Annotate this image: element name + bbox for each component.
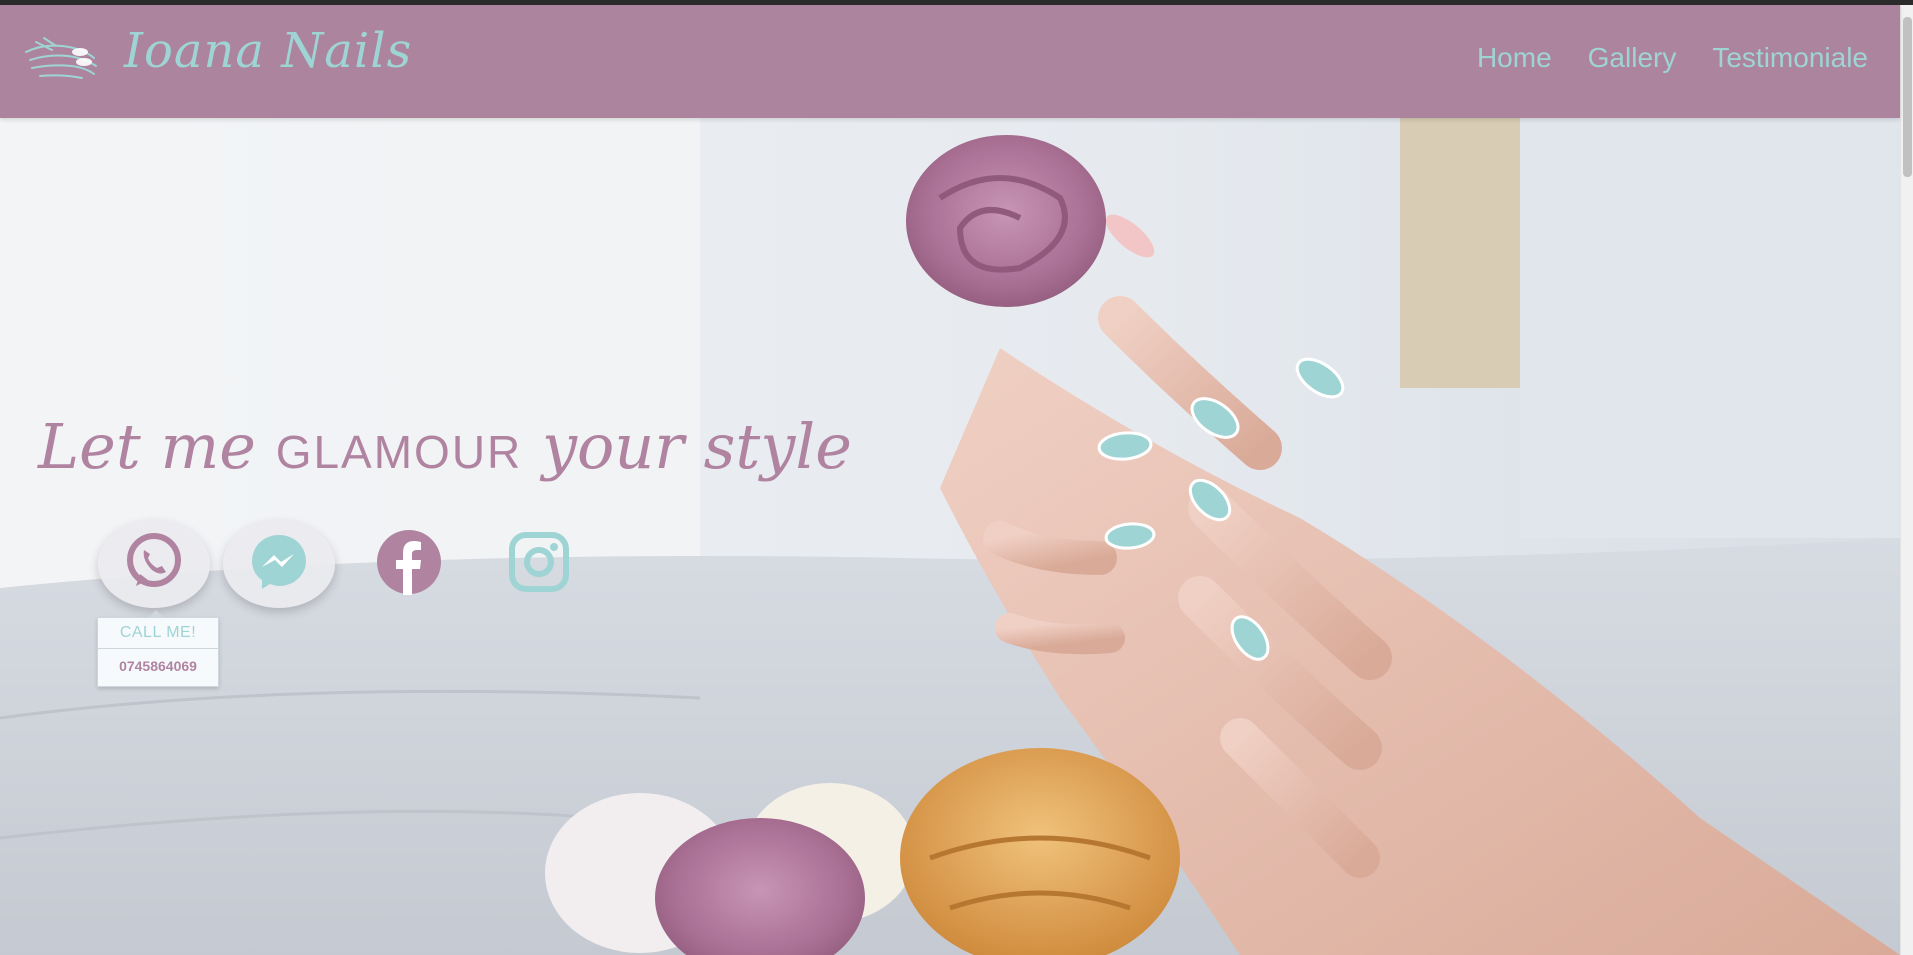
page-scrollbar[interactable] [1900, 5, 1913, 955]
site-header: Ioana Nails Home Gallery Testimoniale [0, 5, 1900, 118]
nav-home-link[interactable]: Home [1477, 42, 1552, 74]
tagline-part-1: Let me [38, 410, 276, 483]
whatsapp-icon [122, 530, 186, 599]
call-me-popup: CALL ME! 0745864069 [97, 610, 219, 687]
nav-testimoniale-link[interactable]: Testimoniale [1712, 42, 1868, 74]
instagram-button[interactable] [508, 531, 570, 598]
facebook-icon [376, 529, 442, 600]
hero-tagline: Let me GLAMOUR your style [38, 410, 852, 483]
messenger-button[interactable] [223, 520, 335, 608]
whatsapp-button[interactable] [98, 520, 210, 608]
phone-number-link[interactable]: 0745864069 [98, 658, 218, 674]
messenger-icon [248, 531, 310, 598]
nail-hand-logo-icon[interactable] [22, 32, 102, 86]
scrollbar-thumb[interactable] [1903, 17, 1912, 177]
call-me-label: CALL ME! [119, 624, 197, 641]
instagram-icon [508, 531, 570, 598]
tagline-part-3: your style [522, 410, 852, 483]
popup-divider [98, 648, 218, 649]
tagline-glamour: GLAMOUR [275, 426, 523, 478]
nav-gallery-link[interactable]: Gallery [1588, 42, 1677, 74]
site-brand-title[interactable]: Ioana Nails [124, 23, 412, 79]
main-nav: Home Gallery Testimoniale [1477, 42, 1868, 74]
facebook-button[interactable] [376, 529, 442, 600]
